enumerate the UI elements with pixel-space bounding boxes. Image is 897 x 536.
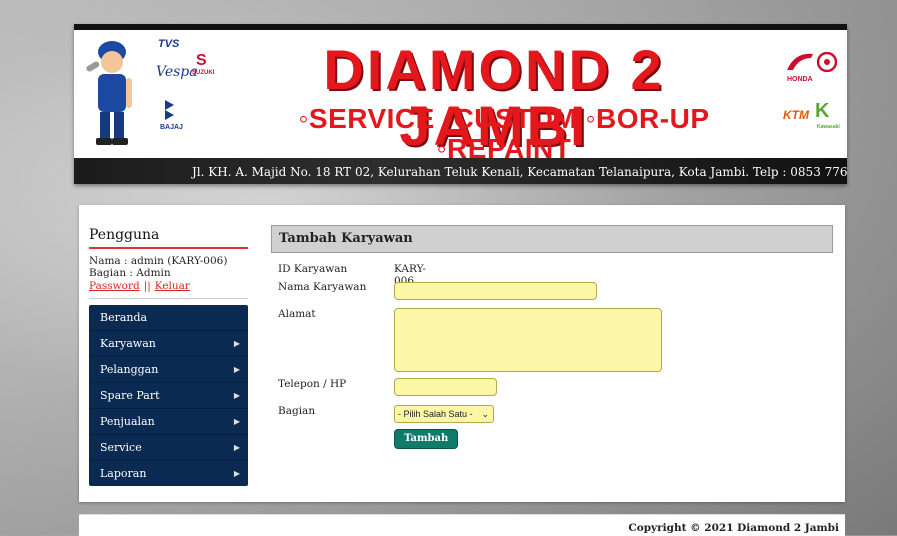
brand-logos-right: HONDA KTM K Kawasaki [781, 44, 841, 144]
footer: Copyright © 2021 Diamond 2 Jambi [79, 514, 845, 536]
user-name: Nama : admin (KARY-006) [89, 255, 228, 267]
ktm-logo: KTM [783, 108, 809, 122]
brand-logos-left: TVS Vespa SUZUKI S BAJAJ [144, 38, 214, 148]
row-role: Bagian - Pilih Salah Satu - ⌄ [278, 405, 494, 423]
tvs-logo: TVS [158, 38, 180, 50]
phone-field[interactable] [394, 378, 497, 396]
sidebar-item-service[interactable]: Service ▶ [89, 435, 248, 461]
sidebar-item-penjualan[interactable]: Penjualan ▶ [89, 409, 248, 435]
address-textarea[interactable] [394, 308, 662, 372]
honda-logo: HONDA [787, 76, 813, 83]
chevron-right-icon: ▶ [233, 469, 240, 478]
user-links: Password || Keluar [89, 280, 248, 292]
password-link[interactable]: Password [89, 280, 140, 292]
id-label: ID Karyawan [278, 263, 348, 275]
phone-label: Telepon / HP [278, 378, 347, 390]
address-label: Alamat [278, 308, 316, 320]
yamaha-emblem-icon [817, 52, 837, 72]
role-label: Bagian [278, 405, 316, 417]
banner-top-line [74, 24, 847, 30]
bajaj-emblem-icon [165, 100, 174, 120]
name-label: Nama Karyawan [278, 281, 367, 293]
mechanic-mascot-icon [86, 41, 132, 145]
sidebar-item-beranda[interactable]: Beranda [89, 305, 248, 331]
sidebar-item-karyawan[interactable]: Karyawan ▶ [89, 331, 248, 357]
kawasaki-logo: Kawasaki [817, 124, 840, 130]
logout-link[interactable]: Keluar [155, 280, 190, 292]
sidebar-title: Pengguna [89, 227, 248, 249]
site-services-tagline: ◦SERVICE ◦CUSTOM ◦BOR-UP ◦REPAINT [298, 103, 710, 164]
content-area: Tambah Karyawan ID Karyawan KARY-006 Nam… [271, 225, 833, 449]
chevron-right-icon: ▶ [233, 417, 240, 426]
sidebar-item-label: Service [100, 441, 142, 454]
sidebar-item-label: Spare Part [100, 389, 160, 402]
sidebar: Pengguna Nama : admin (KARY-006) Bagian … [89, 227, 248, 486]
chevron-right-icon: ▶ [233, 339, 240, 348]
user-info: Nama : admin (KARY-006) Bagian : Admin [89, 255, 248, 279]
sidebar-menu: Beranda Karyawan ▶ Pelanggan ▶ Spare Par… [89, 305, 248, 486]
name-field[interactable] [394, 282, 597, 300]
chevron-right-icon: ▶ [233, 365, 240, 374]
chevron-right-icon: ▶ [233, 391, 240, 400]
kawasaki-emblem-icon: K [815, 100, 830, 122]
role-selected-value: - Pilih Salah Satu - [398, 409, 473, 419]
link-separator: || [143, 280, 151, 292]
user-role: Bagian : Admin [89, 267, 171, 279]
chevron-down-icon: ⌄ [481, 409, 489, 419]
sidebar-item-label: Penjualan [100, 415, 155, 428]
sidebar-item-label: Pelanggan [100, 363, 159, 376]
sidebar-divider [89, 298, 248, 299]
chevron-right-icon: ▶ [233, 443, 240, 452]
main-panel: Pengguna Nama : admin (KARY-006) Bagian … [79, 205, 845, 502]
bajaj-logo: BAJAJ [160, 124, 183, 131]
sidebar-item-label: Beranda [100, 311, 148, 324]
suzuki-emblem-icon: S [196, 52, 207, 69]
role-select[interactable]: - Pilih Salah Satu - ⌄ [394, 405, 494, 423]
sidebar-item-pelanggan[interactable]: Pelanggan ▶ [89, 357, 248, 383]
banner-address-bar: Jl. KH. A. Majid No. 18 RT 02, Kelurahan… [74, 158, 847, 184]
sidebar-item-label: Laporan [100, 467, 147, 480]
submit-button[interactable]: Tambah [394, 429, 459, 449]
honda-wing-icon [787, 53, 813, 70]
sidebar-item-spare-part[interactable]: Spare Part ▶ [89, 383, 248, 409]
suzuki-logo: SUZUKI [192, 70, 215, 76]
page-title: Tambah Karyawan [271, 225, 833, 253]
header-banner: TVS Vespa SUZUKI S BAJAJ DIAMOND 2 JAMBI… [74, 24, 847, 184]
shop-address: Jl. KH. A. Majid No. 18 RT 02, Kelurahan… [192, 165, 847, 179]
sidebar-item-label: Karyawan [100, 337, 156, 350]
sidebar-item-laporan[interactable]: Laporan ▶ [89, 461, 248, 486]
copyright-text: Copyright © 2021 Diamond 2 Jambi [628, 522, 839, 534]
